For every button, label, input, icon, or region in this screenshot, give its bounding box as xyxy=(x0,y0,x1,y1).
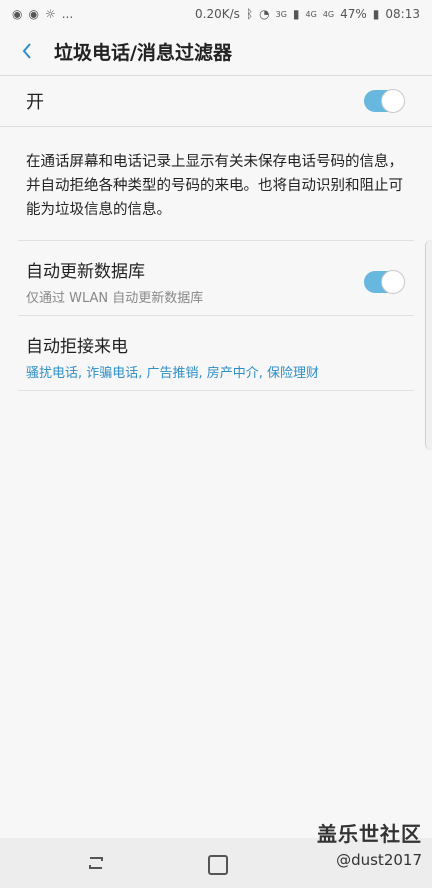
status-bar: ◉ ◉ ☼ ... 0.20K/s ᛒ ◔ 3G ▮ 4G 4G 47% ▮ 0… xyxy=(0,0,432,28)
battery-icon: ▮ xyxy=(372,7,380,21)
weibo-icon: ◉ xyxy=(12,7,23,21)
edge-panel-handle[interactable] xyxy=(425,240,432,450)
watermark-title: 盖乐世社区 xyxy=(317,822,422,846)
signal-icon: ▮ xyxy=(292,7,300,21)
auto-reject-title: 自动拒接来电 xyxy=(26,337,128,357)
battery-level: 47% xyxy=(340,7,367,21)
toggle-knob xyxy=(381,269,405,294)
status-right: 0.20K/s ᛒ ◔ 3G ▮ 4G 4G 47% ▮ 08:13 xyxy=(195,7,420,21)
more-dots: ... xyxy=(61,7,74,21)
row-divider xyxy=(18,315,414,316)
clock: 08:13 xyxy=(385,7,420,21)
home-button[interactable] xyxy=(208,855,228,875)
auto-update-subtitle: 仅通过 WLAN 自动更新数据库 xyxy=(26,291,204,306)
network-4g-label: 4G xyxy=(305,9,317,19)
auto-update-title: 自动更新数据库 xyxy=(26,262,145,282)
auto-update-toggle[interactable] xyxy=(364,269,405,294)
app-header: 垃圾电话/消息过滤器 xyxy=(0,28,432,74)
chevron-left-icon xyxy=(22,43,31,59)
page-title: 垃圾电话/消息过滤器 xyxy=(54,41,232,64)
auto-reject-subtitle: 骚扰电话, 诈骗电话, 广告推销, 房产中介, 保险理财 xyxy=(26,366,320,381)
description-text: 在通话屏幕和电话记录上显示有关未保存电话号码的信息，并自动拒绝各种类型的号码的来… xyxy=(26,154,403,218)
network-speed: 0.20K/s xyxy=(195,7,240,21)
master-divider xyxy=(0,126,432,127)
watermark-handle: @dust2017 xyxy=(336,851,422,869)
auto-update-texts: 自动更新数据库 仅通过 WLAN 自动更新数据库 xyxy=(26,257,203,306)
bluetooth-icon: ᛒ xyxy=(245,7,254,21)
status-left: ◉ ◉ ☼ ... xyxy=(12,7,73,21)
master-switch-label: 开 xyxy=(26,92,44,113)
master-switch-row[interactable]: 开 xyxy=(0,76,432,126)
toggle-knob xyxy=(381,89,405,113)
network-3g-label: 3G xyxy=(275,9,287,19)
auto-reject-calls-row[interactable]: 自动拒接来电 骚扰电话, 诈骗电话, 广告推销, 房产中介, 保险理财 xyxy=(18,332,414,381)
weather-icon: ☼ xyxy=(44,7,56,21)
back-button[interactable] xyxy=(0,28,54,74)
watermark: 盖乐世社区 @dust2017 xyxy=(317,818,422,869)
section-divider xyxy=(18,240,414,241)
master-toggle[interactable] xyxy=(364,89,405,113)
auto-reject-texts: 自动拒接来电 骚扰电话, 诈骗电话, 广告推销, 房产中介, 保险理财 xyxy=(26,332,319,381)
network-4g2-label: 4G xyxy=(322,9,335,19)
recent-apps-icon[interactable] xyxy=(86,856,106,870)
wifi-icon: ◔ xyxy=(259,7,270,21)
auto-update-database-row[interactable]: 自动更新数据库 仅通过 WLAN 自动更新数据库 xyxy=(18,257,414,306)
row-divider xyxy=(18,390,414,391)
weibo-icon: ◉ xyxy=(28,7,39,21)
